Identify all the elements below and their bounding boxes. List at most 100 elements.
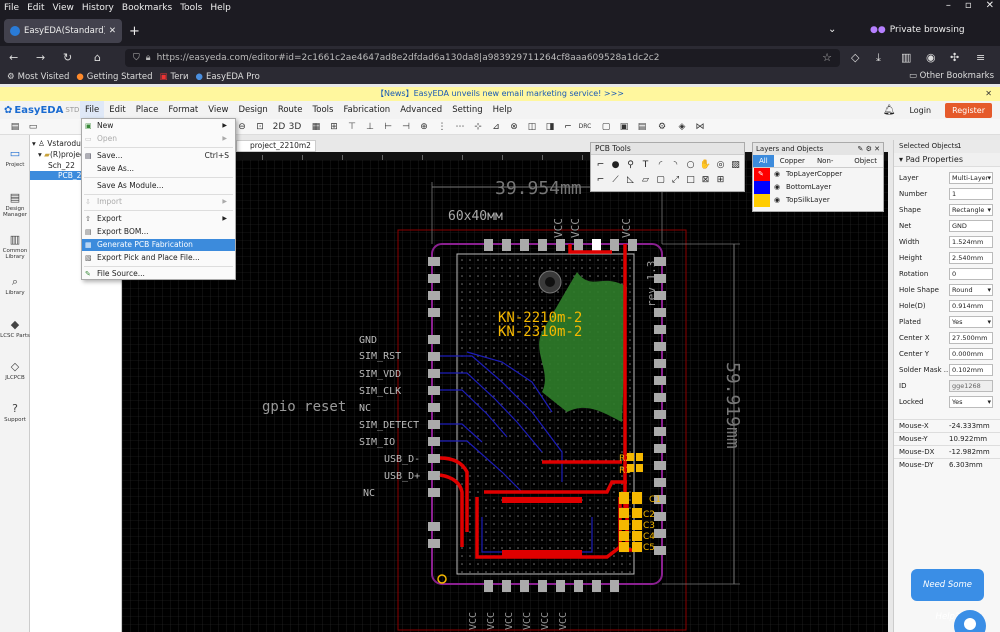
pad-properties-header[interactable]: ▾ Pad Properties (894, 153, 1000, 167)
hand-icon[interactable]: ✋ (698, 158, 713, 173)
fit-view-icon[interactable]: ⊡ (254, 121, 266, 133)
image-icon[interactable]: ▨ (728, 158, 743, 173)
menu-item-save-as-module[interactable]: Save As Module... (82, 180, 235, 192)
track-icon[interactable]: ⌐ (593, 158, 608, 173)
tab-close-icon[interactable]: ✕ (109, 26, 116, 36)
extensions-icon[interactable]: ✣ (950, 51, 959, 64)
expand-icon[interactable]: ▾ (38, 150, 42, 159)
address-bar[interactable]: ⛉ 🔒︎ https://easyeda.com/editor#id=2c166… (125, 49, 840, 67)
snap-icon[interactable]: ⊹ (472, 121, 484, 133)
prop-hole-shape-select[interactable]: Round (949, 284, 993, 296)
browser-menu-edit[interactable]: Edit (23, 3, 48, 13)
group-icon[interactable]: ◫ (526, 121, 538, 133)
solid-region-icon[interactable]: ▢ (653, 173, 668, 188)
browser-menu-view[interactable]: View (49, 3, 78, 13)
shield-icon[interactable]: ⛉ (133, 53, 140, 63)
menu-format[interactable]: Format (163, 101, 203, 119)
layers-tab-non-copper[interactable]: Non-Copper (811, 155, 848, 178)
menu-view[interactable]: View (203, 101, 233, 119)
prop-center-y-input[interactable]: 0.000mm (949, 348, 993, 360)
home-icon[interactable]: ⌂ (94, 51, 101, 64)
align-bottom-icon[interactable]: ⊥ (364, 121, 376, 133)
maximize-icon[interactable]: ▫ (965, 0, 972, 11)
lock-icon[interactable]: 🔒︎ (146, 53, 151, 63)
layer-color-swatch[interactable] (754, 181, 770, 194)
other-bookmarks[interactable]: ▭ Other Bookmarks (909, 71, 994, 81)
browser-menu-bookmarks[interactable]: Bookmarks (118, 3, 176, 13)
document-tab[interactable]: project_2210m2 (236, 140, 316, 152)
bookmark-star-icon[interactable]: ☆ (822, 51, 832, 64)
sidebar-item-common-library[interactable]: ▥ Common Library (0, 233, 30, 260)
line-icon[interactable]: ⟋ (608, 173, 623, 188)
sidebar-item-lcsc-parts[interactable]: ◆ LCSC Parts (0, 318, 30, 339)
browser-menu-help[interactable]: Help (206, 3, 235, 13)
menu-place[interactable]: Place (131, 101, 164, 119)
menu-route[interactable]: Route (273, 101, 308, 119)
prop-shape-select[interactable]: Rectangle (949, 204, 993, 216)
tree-node-schematic[interactable]: Sch_22 (48, 161, 75, 170)
sidebar-item-support[interactable]: ? Support (0, 402, 30, 423)
ruler-icon[interactable]: ⊿ (490, 121, 502, 133)
close-icon[interactable]: ✕ (874, 145, 880, 153)
sidebar-item-project[interactable]: ▭ Project (0, 147, 30, 168)
menu-item-export[interactable]: ⇧ Export ▶ (82, 213, 235, 225)
circle-icon[interactable]: ○ (683, 158, 698, 173)
browser-menu-file[interactable]: File (0, 3, 23, 13)
photo-view-icon[interactable]: ▦ (310, 121, 322, 133)
pin-icon[interactable]: ✎ (858, 145, 864, 153)
layers-icon[interactable]: ◈ (676, 121, 688, 133)
menu-item-export-pick-place[interactable]: ▧ Export Pick and Place File... (82, 252, 235, 264)
align-top-icon[interactable]: ⊤ (346, 121, 358, 133)
pocket-icon[interactable]: ◇ (851, 51, 859, 64)
copper-area-icon[interactable]: ▱ (638, 173, 653, 188)
layers-tab-copper[interactable]: Copper (774, 155, 811, 167)
login-button[interactable]: Login (909, 106, 931, 115)
sidebar-item-jlcpcb[interactable]: ◇ JLCPCB (0, 360, 30, 381)
drc-button[interactable]: DRC (578, 121, 592, 133)
align-left-icon[interactable]: ⊢ (382, 121, 394, 133)
browser-menu-history[interactable]: History (78, 3, 118, 13)
align-icon[interactable]: ⊞ (328, 121, 340, 133)
ungroup-icon[interactable]: ◨ (544, 121, 556, 133)
menu-file[interactable]: File (80, 101, 105, 119)
layers-tab-object[interactable]: Object (848, 155, 883, 167)
polygon-icon[interactable]: ◺ (623, 173, 638, 188)
prop-net-input[interactable]: GND (949, 220, 993, 232)
prop-center-x-input[interactable]: 27.500mm (949, 332, 993, 344)
downloads-icon[interactable]: ⤓ (876, 51, 881, 65)
bookmark-getting-started[interactable]: ● Getting Started (76, 72, 152, 82)
share-icon[interactable]: ⋈ (694, 121, 706, 133)
news-banner[interactable]: 【News】EasyEDA unveils new email marketin… (0, 87, 1000, 101)
prop-solder-mask-input[interactable]: 0.102mm (949, 364, 993, 376)
minimize-icon[interactable]: – (946, 0, 951, 11)
menu-design[interactable]: Design (233, 101, 272, 119)
text-icon[interactable]: T (638, 158, 653, 173)
layers-tab-all[interactable]: All (753, 155, 774, 167)
sidebar-item-design-manager[interactable]: ▤ Design Manager (0, 191, 30, 218)
layer-row-topsilk[interactable]: ◉ TopSilkLayer (753, 194, 883, 207)
align-right-icon[interactable]: ⊣ (400, 121, 412, 133)
settings-icon[interactable]: ⚙ (656, 121, 668, 133)
prop-plated-select[interactable]: Yes (949, 316, 993, 328)
image-icon[interactable]: ▣ (618, 121, 630, 133)
distribute-h-icon[interactable]: ⋯ (454, 121, 466, 133)
bookmark-most-visited[interactable]: ⚙ Most Visited (7, 72, 69, 82)
menu-setting[interactable]: Setting (447, 101, 487, 119)
menu-help[interactable]: Help (488, 101, 517, 119)
news-text[interactable]: 【News】EasyEDA unveils new email marketin… (376, 89, 624, 98)
pad-icon[interactable]: ● (608, 158, 623, 173)
bom-icon[interactable]: ▤ (636, 121, 648, 133)
eye-icon[interactable]: ◉ (774, 168, 780, 181)
eye-icon[interactable]: ◉ (774, 194, 780, 207)
view-2d-button[interactable]: 2D (272, 121, 286, 133)
menu-item-file-source[interactable]: ✎ File Source... (82, 268, 235, 280)
arc2-icon[interactable]: ◝ (668, 158, 683, 173)
reload-icon[interactable]: ↻ (63, 51, 72, 64)
bookmark-teri[interactable]: ▣ Terи (160, 72, 189, 82)
copper-area-icon[interactable]: ▢ (600, 121, 612, 133)
pcb-drawing[interactable]: 39.954mm 59.919mm 60x40мм VCC VCC VCC KN… (122, 152, 888, 632)
pcb-canvas[interactable]: 39.954mm 59.919mm 60x40мм VCC VCC VCC KN… (122, 152, 888, 632)
eye-icon[interactable]: ◉ (774, 181, 780, 194)
bell-icon[interactable]: 🔔︎ (883, 105, 896, 116)
prop-hole-d-input[interactable]: 0.914mm (949, 300, 993, 312)
